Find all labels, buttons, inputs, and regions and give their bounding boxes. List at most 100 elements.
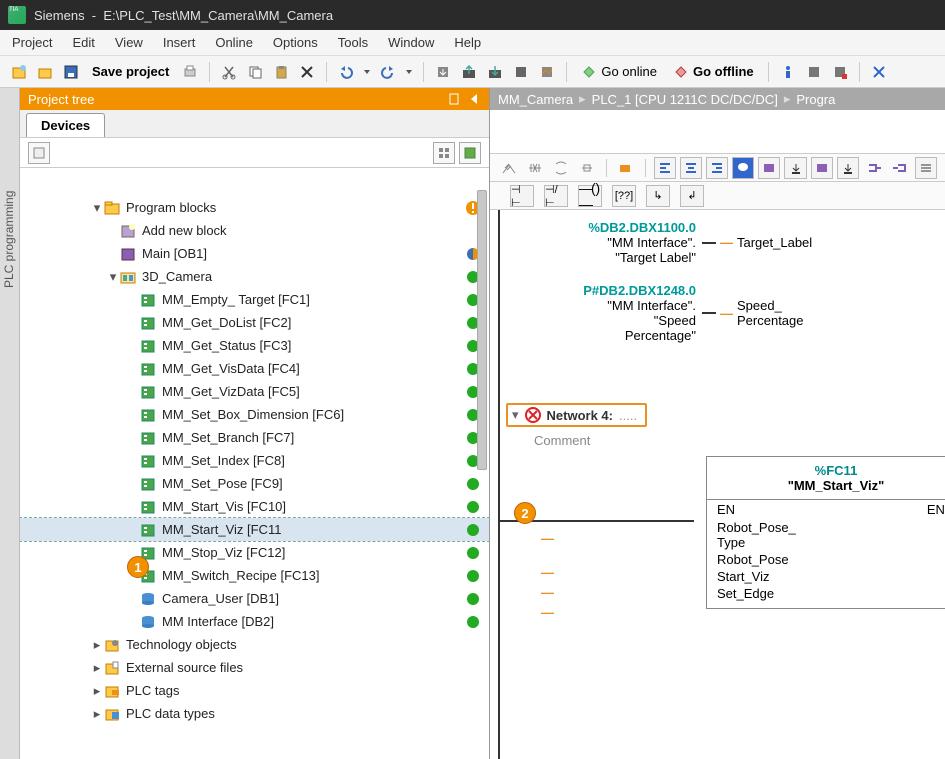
branch-close-icon[interactable]: ↲ (680, 185, 704, 207)
box-icon[interactable]: [??] (612, 185, 636, 207)
tree-scrollbar[interactable] (477, 170, 487, 755)
tree-fc-item[interactable]: MM_Switch_Recipe [FC13] (20, 564, 489, 587)
open-project-icon[interactable] (34, 61, 56, 83)
ed-go-icon[interactable] (863, 157, 885, 179)
pin-icon[interactable] (447, 92, 461, 106)
breadcrumb-item[interactable]: Progra (796, 92, 835, 107)
pin-connector[interactable]: — (490, 604, 554, 621)
chevron-down-icon[interactable]: ▾ (106, 269, 120, 285)
tree-fc-item[interactable]: MM_Empty_ Target [FC1] (20, 288, 489, 311)
accessible-icon[interactable] (777, 61, 799, 83)
collapse-icon[interactable]: ▾ (512, 407, 519, 423)
go-online-button[interactable]: Go online (575, 61, 663, 83)
redo-icon[interactable] (377, 61, 399, 83)
tree-fc-item[interactable]: MM_Set_Box_Dimension [FC6] (20, 403, 489, 426)
tree-fc-item[interactable]: MM_Start_Viz [FC11 (20, 518, 489, 541)
go-offline-button[interactable]: Go offline (667, 61, 760, 83)
tree-fc-item[interactable]: MM_Set_Index [FC8] (20, 449, 489, 472)
network-header[interactable]: ▾ Network 4: ..... (506, 403, 647, 427)
tree-3d-camera[interactable]: ▾ 3D_Camera (20, 265, 489, 288)
chevron-right-icon[interactable]: ▸ (90, 706, 104, 722)
ladder-editor[interactable]: %DB2.DBX1100.0 "MM Interface". "Target L… (490, 210, 945, 759)
tree-db-item[interactable]: MM Interface [DB2] (20, 610, 489, 633)
ed-align-l-icon[interactable] (654, 157, 676, 179)
tree-nav-icon[interactable] (28, 142, 50, 164)
fc-block[interactable]: %FC11 "MM_Start_Viz" ENENO Robot_Pose_Ty… (706, 456, 945, 609)
undo-dropdown-icon[interactable] (361, 61, 373, 83)
ed-purple1-icon[interactable] (758, 157, 780, 179)
coil-icon[interactable]: —( )— (578, 185, 602, 207)
menu-online[interactable]: Online (215, 35, 253, 50)
ed-align-r-icon[interactable] (706, 157, 728, 179)
cross-ref-icon[interactable] (868, 61, 890, 83)
save-project-button[interactable]: Save project (86, 61, 175, 83)
ed-btn-1[interactable] (498, 157, 520, 179)
redo-dropdown-icon[interactable] (403, 61, 415, 83)
chevron-right-icon[interactable]: ▸ (90, 683, 104, 699)
breadcrumb-item[interactable]: PLC_1 [CPU 1211C DC/DC/DC] (592, 92, 778, 107)
ed-go2-icon[interactable] (889, 157, 911, 179)
print-icon[interactable] (179, 61, 201, 83)
ed-dl1-icon[interactable] (784, 157, 806, 179)
menu-project[interactable]: Project (12, 35, 52, 50)
ed-tag-icon[interactable] (615, 157, 637, 179)
pin-connector[interactable]: — (490, 564, 554, 581)
ed-comment-icon[interactable] (732, 157, 754, 179)
chevron-right-icon[interactable]: ▸ (90, 637, 104, 653)
tree-db-item[interactable]: Camera_User [DB1] (20, 587, 489, 610)
tree-main-ob1[interactable]: Main [OB1] (20, 242, 489, 265)
branch-open-icon[interactable]: ↳ (646, 185, 670, 207)
trace-icon[interactable] (536, 61, 558, 83)
contact-no-icon[interactable]: ⊣ ⊢ (510, 185, 534, 207)
ed-btn-2[interactable] (524, 157, 546, 179)
menu-view[interactable]: View (115, 35, 143, 50)
tree-fc-item[interactable]: MM_Set_Pose [FC9] (20, 472, 489, 495)
tree-program-blocks[interactable]: ▾ Program blocks (20, 196, 489, 219)
menu-options[interactable]: Options (273, 35, 318, 50)
network-comment[interactable]: Comment (506, 431, 929, 456)
copy-icon[interactable] (244, 61, 266, 83)
ed-btn-3[interactable] (550, 157, 572, 179)
menu-edit[interactable]: Edit (72, 35, 94, 50)
tree-folder-item[interactable]: ▸Technology objects (20, 633, 489, 656)
tree-view2-icon[interactable] (459, 142, 481, 164)
pin-connector[interactable]: — (490, 530, 554, 547)
tree-folder-item[interactable]: ▸PLC tags (20, 679, 489, 702)
collapse-left-icon[interactable] (467, 92, 481, 106)
ed-purple2-icon[interactable] (811, 157, 833, 179)
ed-dl2-icon[interactable] (837, 157, 859, 179)
tab-devices[interactable]: Devices (26, 113, 105, 137)
tree-fc-item[interactable]: MM_Get_VizData [FC5] (20, 380, 489, 403)
tree-fc-item[interactable]: MM_Get_VisData [FC4] (20, 357, 489, 380)
tree-fc-item[interactable]: MM_Get_Status [FC3] (20, 334, 489, 357)
tree-folder-item[interactable]: ▸PLC data types (20, 702, 489, 725)
tree-fc-item[interactable]: MM_Stop_Viz [FC12] (20, 541, 489, 564)
cut-icon[interactable] (218, 61, 240, 83)
chevron-down-icon[interactable]: ▾ (90, 200, 104, 216)
menu-insert[interactable]: Insert (163, 35, 196, 50)
upload-hw-icon[interactable] (458, 61, 480, 83)
sim-icon[interactable] (510, 61, 532, 83)
download-icon[interactable] (432, 61, 454, 83)
paste-icon[interactable] (270, 61, 292, 83)
stop-cpu-icon[interactable] (829, 61, 851, 83)
ed-list-icon[interactable] (915, 157, 937, 179)
cpu-icon[interactable] (803, 61, 825, 83)
chevron-right-icon[interactable]: ▸ (90, 660, 104, 676)
sidebar-tab-plc[interactable]: PLC programming (0, 88, 20, 759)
delete-icon[interactable] (296, 61, 318, 83)
undo-icon[interactable] (335, 61, 357, 83)
tree-folder-item[interactable]: ▸External source files (20, 656, 489, 679)
tree-view1-icon[interactable] (433, 142, 455, 164)
tree-fc-item[interactable]: MM_Set_Branch [FC7] (20, 426, 489, 449)
menu-help[interactable]: Help (454, 35, 481, 50)
ed-btn-4[interactable] (576, 157, 598, 179)
tree-fc-item[interactable]: MM_Get_DoList [FC2] (20, 311, 489, 334)
new-project-icon[interactable] (8, 61, 30, 83)
ed-align-c-icon[interactable] (680, 157, 702, 179)
menu-window[interactable]: Window (388, 35, 434, 50)
tree-fc-item[interactable]: MM_Start_Vis [FC10] (20, 495, 489, 518)
breadcrumb-item[interactable]: MM_Camera (498, 92, 573, 107)
pin-connector[interactable]: — (490, 584, 554, 601)
menu-tools[interactable]: Tools (338, 35, 368, 50)
